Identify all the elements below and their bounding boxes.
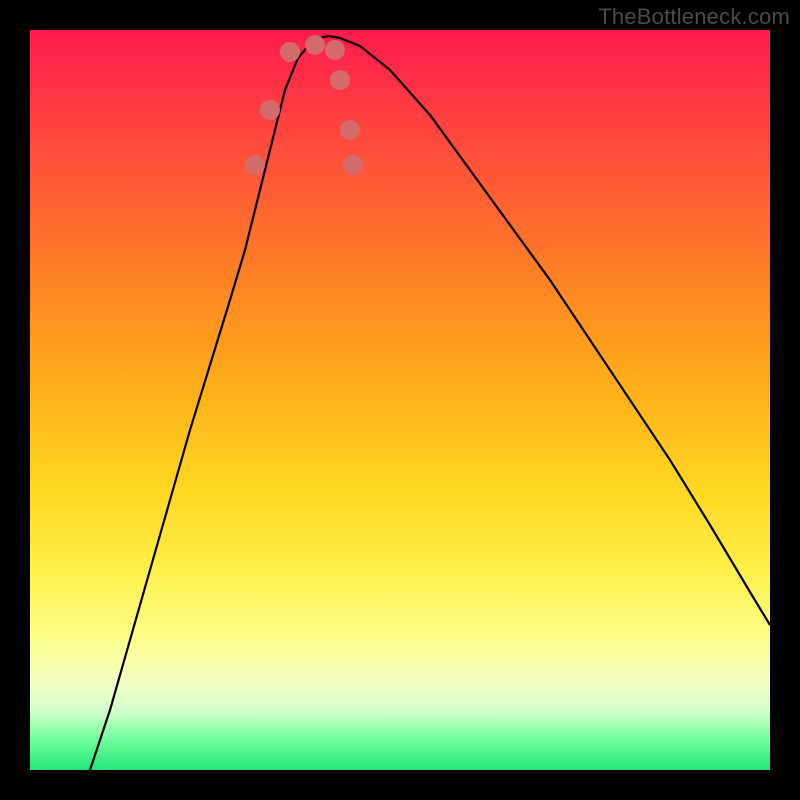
watermark-text: TheBottleneck.com [598,4,790,30]
plot-area [30,30,770,770]
curve-dot [245,155,265,175]
chart-frame: TheBottleneck.com [0,0,800,800]
curve-dot [340,120,360,140]
curve-dot [325,40,345,60]
bottleneck-curve [90,36,770,770]
curve-dots-group [245,35,363,175]
curve-dot [330,70,350,90]
curve-layer [30,30,770,770]
curve-dot [343,155,363,175]
curve-dot [260,100,280,120]
curve-dot [305,35,325,55]
curve-dot [280,42,300,62]
